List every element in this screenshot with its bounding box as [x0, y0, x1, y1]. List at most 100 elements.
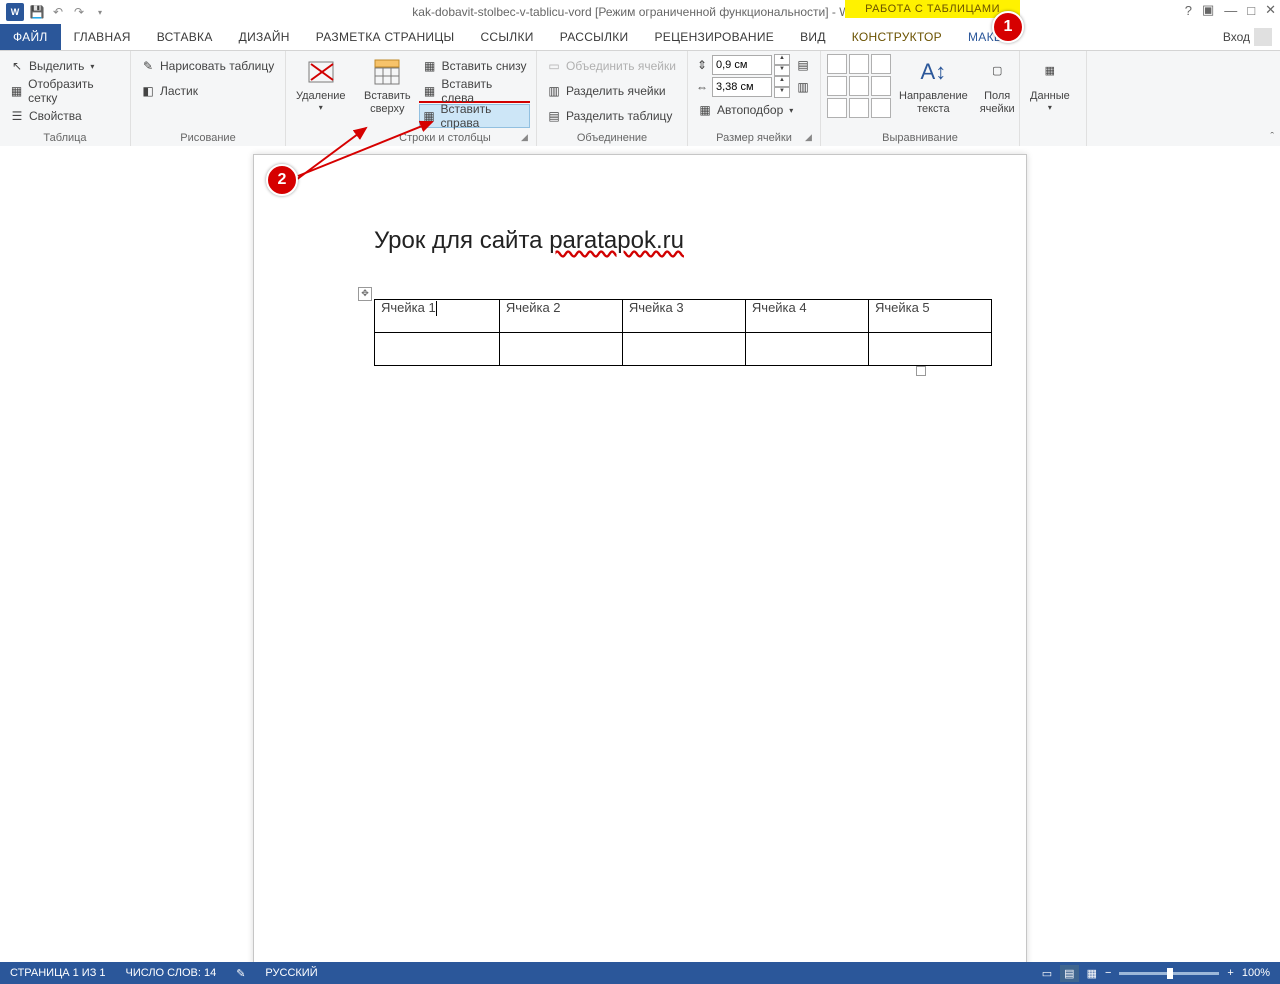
- sign-in[interactable]: Вход: [1215, 24, 1280, 50]
- status-word-count[interactable]: ЧИСЛО СЛОВ: 14: [116, 967, 227, 979]
- undo-icon[interactable]: ↶: [50, 4, 66, 20]
- close-icon[interactable]: ✕: [1265, 2, 1276, 18]
- table-cell[interactable]: [745, 333, 868, 366]
- group-draw-label: Рисование: [137, 130, 279, 147]
- tab-page-layout[interactable]: РАЗМЕТКА СТРАНИЦЫ: [303, 24, 468, 50]
- align-top-left[interactable]: [827, 54, 847, 74]
- group-table: ↖Выделить▾ ▦Отобразить сетку ☰Свойства Т…: [0, 51, 131, 147]
- tab-table-design[interactable]: КОНСТРУКТОР: [839, 24, 955, 50]
- ribbon: ↖Выделить▾ ▦Отобразить сетку ☰Свойства Т…: [0, 51, 1280, 148]
- table-row[interactable]: [375, 333, 992, 366]
- tab-design[interactable]: ДИЗАЙН: [226, 24, 303, 50]
- properties-button[interactable]: ☰Свойства: [6, 104, 124, 128]
- row-height-input[interactable]: [712, 55, 772, 75]
- tab-references[interactable]: ССЫЛКИ: [467, 24, 546, 50]
- word-icon: W: [6, 3, 24, 21]
- document-heading[interactable]: Урок для сайта paratapok.ru: [374, 227, 916, 255]
- status-page[interactable]: СТРАНИЦА 1 ИЗ 1: [0, 967, 116, 979]
- tab-mailings[interactable]: РАССЫЛКИ: [547, 24, 642, 50]
- autofit-button[interactable]: ▦Автоподбор▾: [694, 98, 811, 122]
- zoom-in-icon[interactable]: +: [1227, 967, 1233, 979]
- minimize-icon[interactable]: —: [1224, 3, 1237, 18]
- tab-review[interactable]: РЕЦЕНЗИРОВАНИЕ: [641, 24, 787, 50]
- align-bot-right[interactable]: [871, 98, 891, 118]
- distribute-rows-icon[interactable]: ▤: [795, 57, 811, 73]
- cell-size-dialog-launcher[interactable]: ◢: [805, 132, 817, 144]
- zoom-level[interactable]: 100%: [1242, 967, 1270, 979]
- table-cell[interactable]: [622, 333, 745, 366]
- table-cell[interactable]: [375, 333, 500, 366]
- text-direction-button[interactable]: A↕ Направление текста: [895, 54, 972, 118]
- delete-button[interactable]: Удаление ▾: [292, 54, 350, 130]
- insert-below-button[interactable]: ▦Вставить снизу: [419, 54, 530, 78]
- table-row[interactable]: Ячейка 1 Ячейка 2 Ячейка 3 Ячейка 4 Ячей…: [375, 300, 992, 333]
- split-cells-button[interactable]: ▥Разделить ячейки: [543, 79, 679, 103]
- cell-margins-button[interactable]: ▢ Поля ячейки: [976, 54, 1019, 118]
- save-icon[interactable]: 💾: [29, 4, 45, 20]
- tab-view[interactable]: ВИД: [787, 24, 839, 50]
- align-mid-center[interactable]: [849, 76, 869, 96]
- align-mid-right[interactable]: [871, 76, 891, 96]
- table-cell[interactable]: Ячейка 5: [868, 300, 991, 333]
- draw-table-button[interactable]: ✎Нарисовать таблицу: [137, 54, 277, 78]
- col-width-input[interactable]: [712, 77, 772, 97]
- insert-right-button[interactable]: ▦Вставить справа: [419, 104, 530, 128]
- align-bot-left[interactable]: [827, 98, 847, 118]
- sign-in-label: Вход: [1223, 30, 1250, 44]
- zoom-out-icon[interactable]: −: [1105, 967, 1111, 979]
- distribute-cols-icon[interactable]: ▥: [795, 79, 811, 95]
- table-move-handle[interactable]: ✥: [358, 287, 372, 301]
- zoom-thumb[interactable]: [1167, 968, 1173, 979]
- document-table[interactable]: Ячейка 1 Ячейка 2 Ячейка 3 Ячейка 4 Ячей…: [374, 299, 992, 366]
- page[interactable]: Урок для сайта paratapok.ru ✥ Ячейка 1 Я…: [253, 154, 1027, 962]
- width-down[interactable]: ▼: [774, 87, 790, 98]
- tab-home[interactable]: ГЛАВНАЯ: [61, 24, 144, 50]
- height-up[interactable]: ▲: [774, 54, 790, 65]
- maximize-icon[interactable]: □: [1247, 3, 1255, 18]
- height-down[interactable]: ▼: [774, 65, 790, 76]
- table-cell[interactable]: [499, 333, 622, 366]
- align-bot-center[interactable]: [849, 98, 869, 118]
- rows-cols-dialog-launcher[interactable]: ◢: [521, 132, 533, 144]
- align-top-center[interactable]: [849, 54, 869, 74]
- status-proofing-icon[interactable]: ✎: [226, 967, 255, 980]
- annotation-circle-1: 1: [992, 11, 1024, 43]
- alignment-grid: [827, 54, 891, 118]
- collapse-ribbon-icon[interactable]: ˆ: [1270, 131, 1274, 143]
- view-web-icon[interactable]: ▦: [1087, 967, 1097, 980]
- status-language[interactable]: РУССКИЙ: [255, 967, 327, 979]
- insert-above-button[interactable]: Вставить сверху: [360, 54, 415, 130]
- ribbon-options-icon[interactable]: ▣: [1202, 2, 1214, 18]
- text-direction-icon: A↕: [917, 56, 949, 88]
- document-area[interactable]: 2 Урок для сайта paratapok.ru ✥ Ячейка 1…: [0, 146, 1280, 962]
- zoom-slider[interactable]: [1119, 972, 1219, 975]
- insert-left-button[interactable]: ▦Вставить слева: [419, 79, 530, 103]
- data-icon: ▦: [1034, 56, 1066, 88]
- table-cell[interactable]: [868, 333, 991, 366]
- split-table-button[interactable]: ▤Разделить таблицу: [543, 104, 679, 128]
- width-up[interactable]: ▲: [774, 76, 790, 87]
- view-read-icon[interactable]: ▭: [1042, 967, 1052, 980]
- view-gridlines-button[interactable]: ▦Отобразить сетку: [6, 79, 124, 103]
- view-print-icon[interactable]: ▤: [1060, 965, 1078, 982]
- cursor-icon: ↖: [9, 58, 25, 74]
- tab-insert[interactable]: ВСТАВКА: [144, 24, 226, 50]
- table-cell[interactable]: Ячейка 1: [375, 300, 500, 333]
- window-title: kak-dobavit-stolbec-v-tablicu-vord [Режи…: [0, 5, 1280, 19]
- quick-access-toolbar: W 💾 ↶ ↷ ▾: [0, 3, 108, 21]
- align-top-right[interactable]: [871, 54, 891, 74]
- tab-file[interactable]: ФАЙЛ: [0, 24, 61, 50]
- table-cell[interactable]: Ячейка 4: [745, 300, 868, 333]
- select-button[interactable]: ↖Выделить▾: [6, 54, 124, 78]
- insert-right-icon: ▦: [422, 108, 437, 124]
- redo-icon[interactable]: ↷: [71, 4, 87, 20]
- table-cell[interactable]: Ячейка 3: [622, 300, 745, 333]
- data-button[interactable]: ▦ Данные ▾: [1026, 54, 1074, 130]
- qat-dropdown-icon[interactable]: ▾: [92, 4, 108, 20]
- eraser-button[interactable]: ◧Ластик: [137, 79, 277, 103]
- delete-table-icon: [305, 56, 337, 88]
- help-icon[interactable]: ?: [1185, 3, 1192, 18]
- align-mid-left[interactable]: [827, 76, 847, 96]
- table-resize-handle[interactable]: [916, 366, 926, 376]
- table-cell[interactable]: Ячейка 2: [499, 300, 622, 333]
